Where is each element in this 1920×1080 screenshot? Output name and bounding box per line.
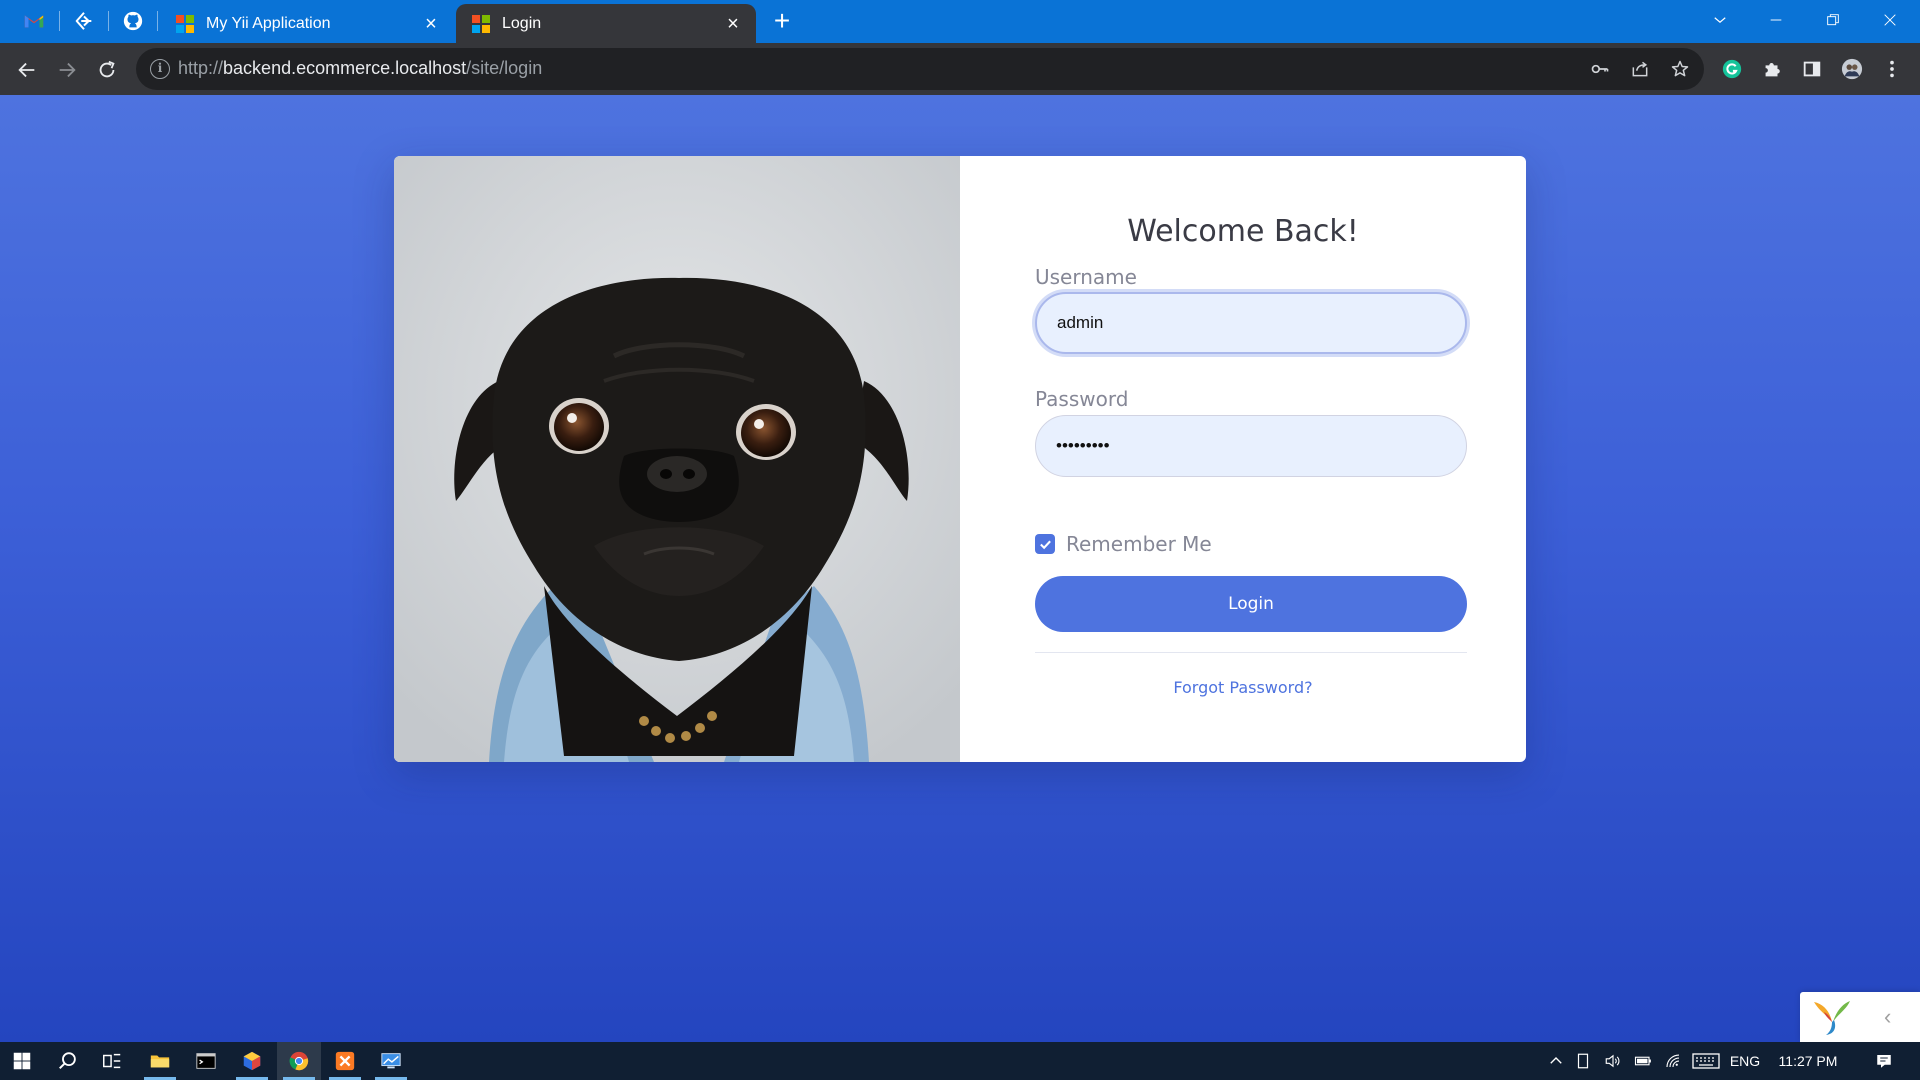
chrome-icon	[289, 1051, 309, 1071]
battery-icon[interactable]	[1628, 1052, 1658, 1070]
wifi-icon[interactable]	[1658, 1052, 1688, 1070]
cube-app-icon	[243, 1051, 261, 1071]
remember-me-row[interactable]: Remember Me	[1035, 532, 1212, 556]
task-view-icon	[103, 1053, 121, 1069]
tab-title: Login	[502, 14, 542, 32]
taskbar-terminal[interactable]	[184, 1042, 228, 1080]
folder-icon	[150, 1055, 170, 1068]
pug-illustration	[394, 156, 960, 762]
password-value: •••••••••	[1056, 436, 1110, 455]
yii-logo-icon	[1814, 1001, 1850, 1035]
windows-logo-icon	[13, 1052, 31, 1070]
clock[interactable]: 11:27 PM	[1766, 1053, 1850, 1069]
login-form: Welcome Back! Username admin Password ••…	[960, 156, 1526, 762]
yii-debug-toolbar[interactable]: ‹	[1800, 992, 1920, 1042]
remember-me-label[interactable]: Remember Me	[1066, 532, 1212, 556]
password-input[interactable]: •••••••••	[1035, 415, 1467, 477]
checkmark-icon	[1039, 540, 1051, 549]
profile-avatar[interactable]	[1838, 55, 1866, 83]
github-icon	[123, 11, 143, 31]
close-window-button[interactable]	[1862, 0, 1918, 40]
extensions-puzzle-icon[interactable]	[1758, 55, 1786, 83]
url-text[interactable]: http://backend.ecommerce.localhost/site/…	[178, 58, 542, 79]
url-path: /site/login	[466, 58, 543, 78]
tab-my-yii-application[interactable]: My Yii Application ×	[160, 4, 454, 43]
username-value: admin	[1057, 313, 1104, 332]
reload-button[interactable]	[92, 55, 122, 85]
login-card: Welcome Back! Username admin Password ••…	[394, 156, 1526, 762]
bookmark-star-icon[interactable]	[1668, 57, 1692, 81]
taskbar-file-explorer[interactable]	[138, 1042, 182, 1080]
password-label: Password	[1035, 387, 1129, 411]
language-indicator[interactable]: ENG	[1724, 1053, 1766, 1069]
login-button[interactable]: Login	[1035, 576, 1467, 632]
password-key-icon[interactable]	[1588, 57, 1612, 81]
browser-toolbar: i http://backend.ecommerce.localhost/sit…	[0, 43, 1920, 95]
forgot-password-link[interactable]: Forgot Password?	[960, 678, 1526, 697]
tab-login[interactable]: Login ×	[456, 4, 756, 43]
address-bar[interactable]: i http://backend.ecommerce.localhost/sit…	[136, 48, 1704, 90]
search-button[interactable]	[46, 1042, 90, 1080]
pinned-tab-gmail[interactable]	[10, 6, 58, 36]
arrow-left-icon	[18, 62, 35, 78]
gmail-icon	[24, 15, 44, 28]
taskbar-xampp[interactable]	[323, 1042, 367, 1080]
taskbar-app-cube[interactable]	[230, 1042, 274, 1080]
taskbar-remote-desktop[interactable]	[369, 1042, 413, 1080]
back-button[interactable]	[12, 55, 42, 85]
terminal-icon	[196, 1053, 216, 1069]
arrow-right-icon	[59, 62, 76, 78]
browser-tab-bar: My Yii Application × Login × +	[0, 0, 1920, 43]
new-tab-button[interactable]: +	[766, 7, 798, 36]
tab-close-icon[interactable]: ×	[420, 13, 442, 35]
grammarly-extension-icon[interactable]	[1718, 55, 1746, 83]
yii-favicon-icon	[472, 14, 490, 33]
show-hidden-icons-chevron-icon[interactable]	[1544, 1052, 1568, 1070]
tab-search-chevron-icon[interactable]	[1692, 0, 1748, 40]
login-page: Welcome Back! Username admin Password ••…	[0, 95, 1920, 1042]
remember-me-checkbox[interactable]	[1035, 534, 1055, 554]
monitor-app-icon	[381, 1053, 401, 1069]
url-host: backend.ecommerce.localhost	[223, 58, 467, 78]
chrome-menu-kebab-icon[interactable]	[1878, 55, 1906, 83]
tab-separator	[157, 11, 158, 31]
keyboard-icon[interactable]	[1688, 1052, 1724, 1070]
taskbar-chrome[interactable]	[277, 1042, 321, 1080]
toolbar-expand-chevron-icon[interactable]: ‹	[1884, 1004, 1891, 1030]
site-info-icon[interactable]: i	[150, 59, 170, 79]
yii-favicon-icon	[176, 14, 194, 33]
pinned-tab-edge[interactable]	[60, 6, 108, 36]
share-icon[interactable]	[1628, 57, 1652, 81]
xampp-icon	[335, 1051, 355, 1071]
url-scheme: http://	[178, 58, 224, 78]
search-icon	[59, 1052, 76, 1070]
task-view-button[interactable]	[90, 1042, 134, 1080]
system-tray: ENG 11:27 PM	[1544, 1042, 1906, 1080]
notifications-icon[interactable]	[1862, 1052, 1906, 1070]
forward-button[interactable]	[52, 55, 82, 85]
start-button[interactable]	[0, 1042, 44, 1080]
side-panel-icon[interactable]	[1798, 55, 1826, 83]
username-label: Username	[1035, 265, 1137, 289]
username-input[interactable]: admin	[1035, 292, 1467, 354]
tab-close-icon[interactable]: ×	[722, 13, 744, 35]
welcome-heading: Welcome Back!	[1127, 214, 1359, 249]
pug-photo	[394, 156, 960, 762]
edge-e-icon	[75, 12, 92, 30]
volume-icon[interactable]	[1598, 1052, 1628, 1070]
windows-taskbar: ENG 11:27 PM	[0, 1042, 1920, 1080]
tab-title: My Yii Application	[206, 14, 331, 32]
restore-button[interactable]	[1805, 0, 1861, 40]
pinned-tab-github[interactable]	[109, 6, 157, 36]
form-divider	[1035, 652, 1467, 653]
tablet-icon[interactable]	[1568, 1052, 1598, 1070]
reload-icon	[99, 60, 115, 78]
minimize-button[interactable]	[1748, 0, 1804, 40]
